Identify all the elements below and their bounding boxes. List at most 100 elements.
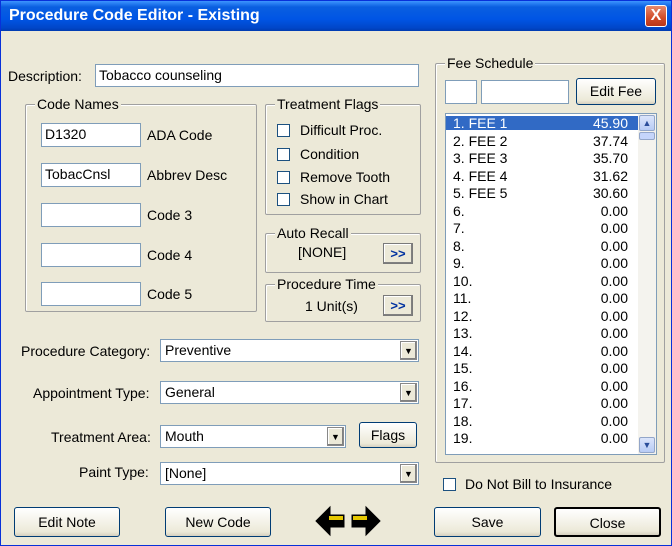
window-title: Procedure Code Editor - Existing	[9, 7, 260, 24]
edit-note-button[interactable]: Edit Note	[14, 507, 120, 537]
condition-checkbox[interactable]	[277, 148, 290, 161]
chevron-down-icon[interactable]: ▼	[327, 427, 344, 446]
code-5-label: Code 5	[147, 286, 193, 302]
fee-schedule-row[interactable]: 13. 0.00	[446, 326, 638, 340]
treatment-flags-title: Treatment Flags	[275, 96, 381, 112]
fee-name: 10.	[453, 272, 473, 289]
fee-amount: 0.00	[600, 272, 628, 289]
fee-schedule-row[interactable]: 15. 0.00	[446, 361, 638, 375]
fee-amount: 0.00	[600, 395, 628, 411]
code-3-input[interactable]	[41, 203, 141, 227]
fee-list-scrollbar[interactable]: ▲ ▼	[638, 114, 656, 454]
fee-amount: 45.90	[592, 115, 628, 131]
ada-code-label: ADA Code	[147, 127, 213, 143]
fee-amount: 0.00	[600, 220, 628, 236]
fee-name: 12.	[453, 307, 473, 324]
scroll-down-icon[interactable]: ▼	[639, 437, 655, 453]
description-input[interactable]: Tobacco counseling	[95, 64, 419, 87]
difficult-proc-checkbox[interactable]	[277, 124, 290, 137]
fee-amount-input[interactable]	[481, 80, 569, 104]
paint-type-select[interactable]: [None] ▼	[160, 462, 419, 485]
fee-number-input[interactable]	[445, 80, 477, 104]
auto-recall-title: Auto Recall	[275, 225, 351, 241]
fee-amount: 30.60	[592, 185, 628, 201]
fee-amount: 0.00	[600, 237, 628, 254]
fee-schedule-row[interactable]: 6. 0.00	[446, 204, 638, 218]
fee-schedule-row[interactable]: 19. 0.00	[446, 431, 638, 445]
right-arrow-icon[interactable]	[349, 504, 383, 538]
fee-schedule-row[interactable]: 3. FEE 3 35.70	[446, 151, 638, 165]
do-not-bill-label: Do Not Bill to Insurance	[465, 476, 613, 492]
fee-schedule-row[interactable]: 10. 0.00	[446, 274, 638, 288]
appointment-type-value: General	[165, 384, 215, 400]
fee-schedule-row[interactable]: 7. 0.00	[446, 221, 638, 235]
description-label: Description:	[8, 68, 82, 84]
close-window-button[interactable]: X	[645, 5, 667, 27]
procedure-time-button[interactable]: >>	[383, 295, 413, 316]
fee-amount: 0.00	[600, 255, 628, 271]
procedure-category-select[interactable]: Preventive ▼	[160, 339, 419, 362]
procedure-time-value: 1 Unit(s)	[305, 298, 358, 314]
new-code-button[interactable]: New Code	[165, 507, 271, 537]
scroll-thumb[interactable]	[639, 132, 655, 140]
fee-amount: 0.00	[600, 290, 628, 306]
save-button[interactable]: Save	[434, 507, 541, 537]
fee-name: 19.	[453, 430, 473, 446]
code-names-title: Code Names	[35, 96, 121, 112]
remove-tooth-checkbox[interactable]	[277, 171, 290, 184]
fee-schedule-row[interactable]: 11. 0.00	[446, 291, 638, 305]
fee-name: 3. FEE 3	[453, 150, 508, 166]
ada-code-input[interactable]: D1320	[41, 123, 141, 147]
fee-schedule-row[interactable]: 5. FEE 5 30.60	[446, 186, 638, 200]
fee-amount: 0.00	[600, 360, 628, 376]
title-bar: Procedure Code Editor - Existing X	[1, 1, 671, 31]
chevron-down-icon[interactable]: ▼	[400, 464, 417, 483]
treatment-area-select[interactable]: Mouth ▼	[160, 425, 346, 448]
fee-schedule-row[interactable]: 2. FEE 2 37.74	[446, 134, 638, 148]
fee-name: 14.	[453, 342, 473, 359]
procedure-code-editor-window: Procedure Code Editor - Existing X Descr…	[0, 0, 672, 546]
show-in-chart-checkbox[interactable]	[277, 193, 290, 206]
flags-button[interactable]: Flags	[359, 422, 417, 448]
close-button[interactable]: Close	[554, 507, 661, 537]
fee-name: 16.	[453, 377, 473, 394]
fee-schedule-row[interactable]: 1. FEE 1 45.90	[446, 116, 638, 130]
fee-schedule-list[interactable]: 1. FEE 1 45.90 2. FEE 2 37.74 3. FEE 3 35.70 4…	[445, 113, 657, 455]
fee-schedule-row[interactable]: 4. FEE 4 31.62	[446, 169, 638, 183]
fee-name: 13.	[453, 325, 473, 341]
left-arrow-icon[interactable]	[313, 504, 347, 538]
auto-recall-value: [NONE]	[298, 244, 347, 260]
fee-amount: 0.00	[600, 430, 628, 446]
fee-amount: 0.00	[600, 325, 628, 341]
fee-name: 5. FEE 5	[453, 185, 508, 201]
chevron-down-icon[interactable]: ▼	[400, 341, 417, 360]
paint-type-label: Paint Type:	[79, 464, 149, 480]
chevron-down-icon[interactable]: ▼	[400, 383, 417, 402]
fee-name: 2. FEE 2	[453, 132, 508, 149]
do-not-bill-checkbox[interactable]	[443, 478, 456, 491]
code-4-input[interactable]	[41, 243, 141, 267]
fee-schedule-row[interactable]: 8. 0.00	[446, 239, 638, 253]
edit-fee-button[interactable]: Edit Fee	[576, 78, 656, 105]
fee-amount: 0.00	[600, 307, 628, 324]
code-5-input[interactable]	[41, 282, 141, 306]
fee-schedule-row[interactable]: 17. 0.00	[446, 396, 638, 410]
show-in-chart-label: Show in Chart	[300, 191, 388, 207]
scroll-up-icon[interactable]: ▲	[639, 115, 655, 131]
fee-schedule-row[interactable]: 14. 0.00	[446, 344, 638, 358]
abbrev-desc-label: Abbrev Desc	[147, 167, 228, 183]
appointment-type-select[interactable]: General ▼	[160, 381, 419, 404]
fee-schedule-row[interactable]: 16. 0.00	[446, 379, 638, 393]
auto-recall-button[interactable]: >>	[383, 243, 413, 264]
fee-name: 7.	[453, 220, 465, 236]
difficult-proc-label: Difficult Proc.	[300, 122, 383, 138]
code-3-label: Code 3	[147, 207, 193, 223]
procedure-category-value: Preventive	[165, 342, 232, 358]
fee-schedule-row[interactable]: 9. 0.00	[446, 256, 638, 270]
fee-amount: 37.74	[592, 132, 628, 149]
fee-schedule-row[interactable]: 12. 0.00	[446, 309, 638, 323]
abbrev-desc-input[interactable]: TobacCnsl	[41, 163, 141, 187]
procedure-time-title: Procedure Time	[275, 276, 378, 292]
procedure-category-label: Procedure Category:	[21, 343, 151, 359]
fee-schedule-row[interactable]: 18. 0.00	[446, 414, 638, 428]
